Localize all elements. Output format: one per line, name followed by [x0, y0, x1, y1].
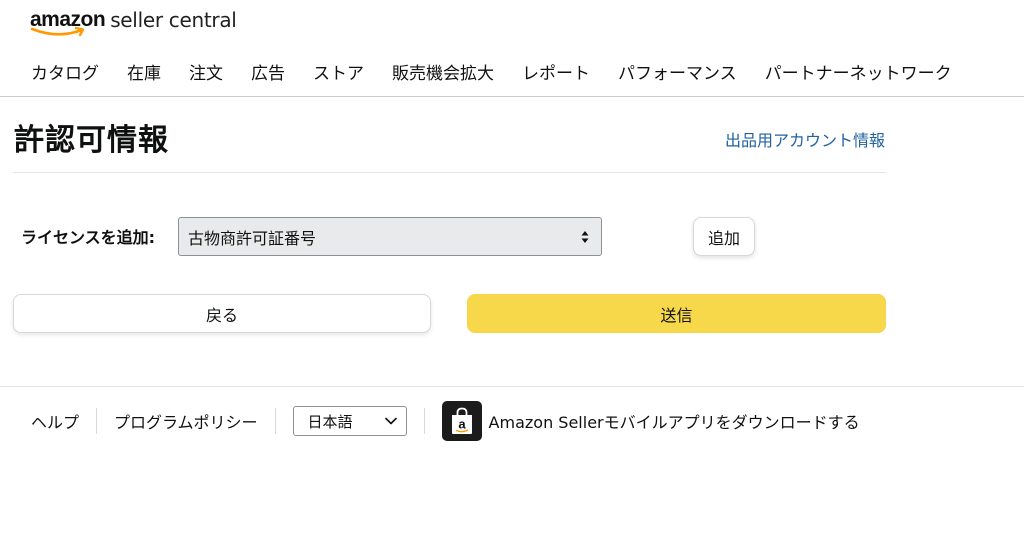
add-license-label: ライセンスを追加:: [21, 228, 156, 247]
footer: ヘルプ プログラムポリシー 日本語 a Amazon Sellerモバイルアプリ…: [31, 400, 860, 442]
footer-separator: [96, 408, 98, 434]
language-selected-value: 日本語: [307, 412, 353, 431]
help-link[interactable]: ヘルプ: [31, 409, 79, 433]
nav-item-reports[interactable]: レポート: [522, 59, 590, 84]
footer-divider: [0, 386, 1024, 387]
logo-smile-icon: [30, 26, 85, 37]
footer-separator: [423, 408, 425, 434]
license-type-selected-value: 古物商許可証番号: [188, 228, 317, 248]
svg-text:a: a: [458, 417, 466, 432]
amazon-seller-central-logo[interactable]: amazon seller central: [30, 6, 237, 40]
chevron-down-icon: [384, 417, 397, 425]
nav-item-performance[interactable]: パフォーマンス: [618, 59, 737, 84]
nav-item-partner-network[interactable]: パートナーネットワーク: [765, 59, 952, 84]
title-divider: [13, 172, 886, 173]
nav-item-catalog[interactable]: カタログ: [31, 59, 99, 84]
back-button[interactable]: 戻る: [13, 294, 431, 333]
page-title: 許認可情報: [14, 123, 169, 158]
submit-button[interactable]: 送信: [467, 294, 886, 333]
main-navigation: カタログ 在庫 注文 広告 ストア 販売機会拡大 レポート パフォーマンス パー…: [31, 56, 952, 86]
nav-item-inventory[interactable]: 在庫: [127, 59, 161, 84]
program-policy-link[interactable]: プログラムポリシー: [114, 409, 258, 433]
logo-product-text: seller central: [110, 8, 237, 32]
footer-separator: [274, 408, 276, 434]
seller-account-info-link[interactable]: 出品用アカウント情報: [725, 127, 885, 151]
language-select[interactable]: 日本語: [292, 406, 407, 436]
download-app-link[interactable]: Amazon Sellerモバイルアプリをダウンロードする: [489, 409, 860, 433]
header-divider: [0, 96, 1024, 97]
nav-item-stores[interactable]: ストア: [313, 59, 364, 84]
nav-item-advertising[interactable]: 広告: [251, 59, 285, 84]
up-down-caret-icon: [581, 231, 589, 243]
add-license-button[interactable]: 追加: [693, 217, 755, 256]
license-type-select[interactable]: 古物商許可証番号: [178, 217, 602, 256]
amazon-seller-app-icon[interactable]: a: [441, 401, 482, 441]
nav-item-orders[interactable]: 注文: [189, 59, 223, 84]
nav-item-growth[interactable]: 販売機会拡大: [392, 59, 494, 84]
